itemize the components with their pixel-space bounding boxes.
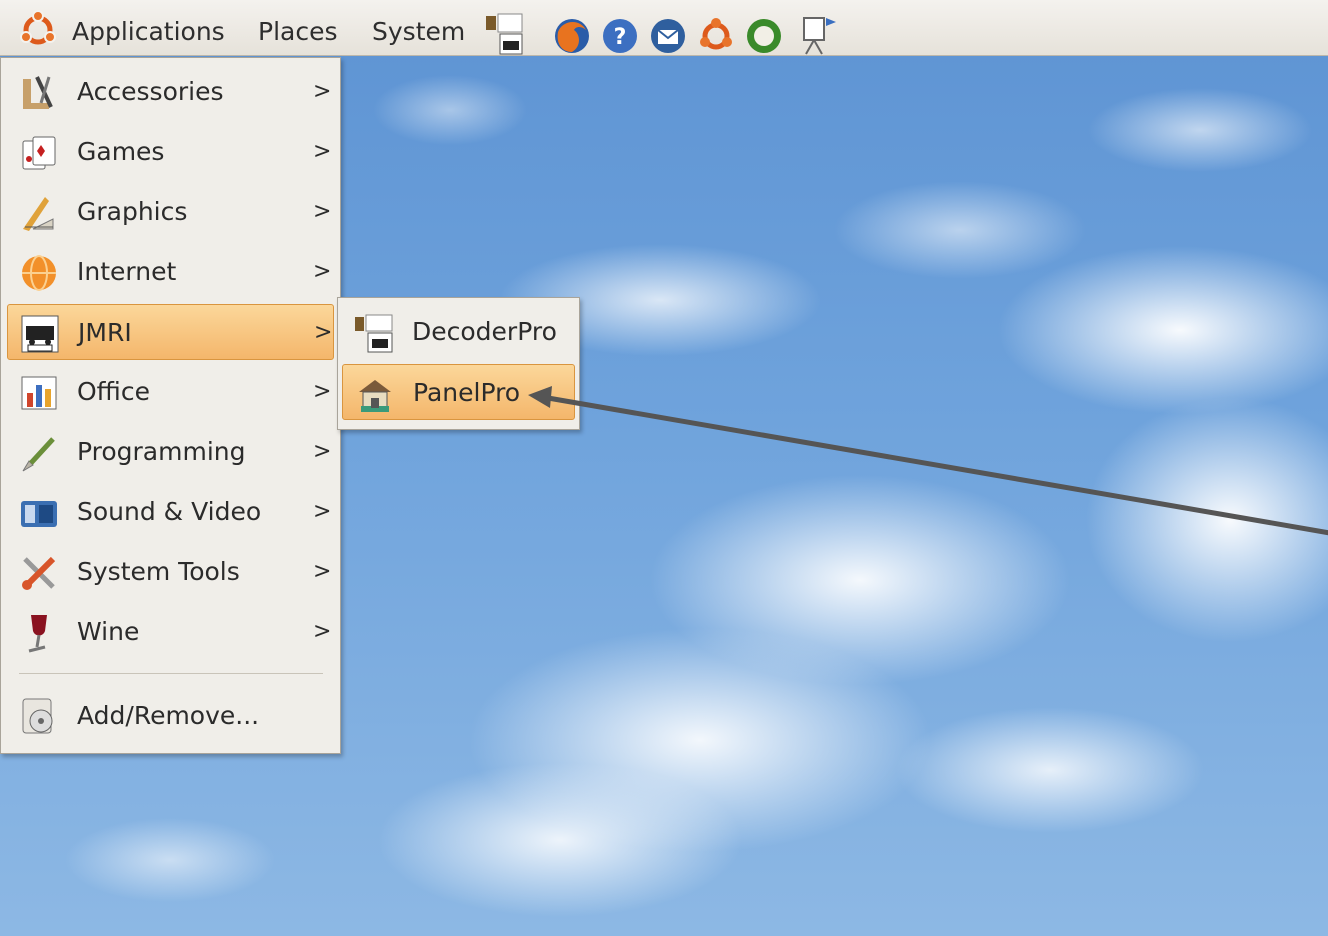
menu-item-label: Accessories xyxy=(77,77,224,106)
applications-menu-label: Applications xyxy=(72,17,225,46)
menu-item-label: Wine xyxy=(77,617,140,646)
menu-item-graphics[interactable]: Graphics > xyxy=(7,184,334,240)
menu-item-wine[interactable]: Wine > xyxy=(7,604,334,660)
menu-item-add-remove[interactable]: Add/Remove... xyxy=(7,688,334,744)
submenu-arrow-icon: > xyxy=(313,499,332,524)
panelpro-icon xyxy=(355,374,395,414)
ubuntu-launcher-icon[interactable] xyxy=(696,12,736,56)
system-menu-button[interactable]: System xyxy=(372,0,465,56)
submenu-arrow-icon: > xyxy=(314,320,333,345)
menu-item-label: PanelPro xyxy=(413,378,521,407)
menu-item-label: System Tools xyxy=(77,557,240,586)
add-remove-icon xyxy=(19,697,59,737)
submenu-arrow-icon: > xyxy=(313,199,332,224)
ubuntu-logo-icon xyxy=(18,10,58,50)
system-tools-icon xyxy=(19,553,59,593)
menu-item-label: Graphics xyxy=(77,197,188,226)
menu-item-label: Games xyxy=(77,137,165,166)
menu-item-label: Add/Remove... xyxy=(77,701,260,730)
places-menu-button[interactable]: Places xyxy=(258,0,338,56)
update-launcher-icon[interactable] xyxy=(744,12,784,56)
menu-item-system-tools[interactable]: System Tools > xyxy=(7,544,334,600)
decoderpro-icon xyxy=(354,313,394,353)
menu-item-accessories[interactable]: Accessories > xyxy=(7,64,334,120)
menu-item-programming[interactable]: Programming > xyxy=(7,424,334,480)
submenu-arrow-icon: > xyxy=(313,559,332,584)
applications-menu-button[interactable]: Applications xyxy=(12,0,225,56)
menu-item-games[interactable]: Games > xyxy=(7,124,334,180)
menu-item-label: DecoderPro xyxy=(412,317,557,346)
submenu-arrow-icon: > xyxy=(313,619,332,644)
presentation-launcher-icon[interactable] xyxy=(798,12,838,56)
accessories-icon xyxy=(19,73,59,113)
graphics-icon xyxy=(19,193,59,233)
menu-item-label: Internet xyxy=(77,257,177,286)
submenu-arrow-icon: > xyxy=(313,79,332,104)
submenu-arrow-icon: > xyxy=(313,259,332,284)
sound-video-icon xyxy=(19,493,59,533)
firefox-launcher-icon[interactable] xyxy=(552,12,592,56)
decoderpro-launcher-icon[interactable] xyxy=(484,12,524,56)
wine-icon xyxy=(19,613,59,653)
office-icon xyxy=(19,373,59,413)
menu-separator xyxy=(19,673,323,674)
menu-item-internet[interactable]: Internet > xyxy=(7,244,334,300)
places-menu-label: Places xyxy=(258,17,338,46)
menu-item-label: Office xyxy=(77,377,150,406)
menu-item-label: JMRI xyxy=(78,318,132,347)
jmri-submenu: DecoderPro PanelPro xyxy=(337,297,580,430)
jmri-icon xyxy=(20,314,60,354)
menu-item-label: Sound & Video xyxy=(77,497,262,526)
menu-item-jmri[interactable]: JMRI > xyxy=(7,304,334,360)
menu-item-office[interactable]: Office > xyxy=(7,364,334,420)
menu-item-panelpro[interactable]: PanelPro xyxy=(342,364,575,420)
programming-icon xyxy=(19,433,59,473)
submenu-arrow-icon: > xyxy=(313,439,332,464)
submenu-arrow-icon: > xyxy=(313,139,332,164)
thunderbird-launcher-icon[interactable] xyxy=(648,12,688,56)
system-menu-label: System xyxy=(372,17,466,46)
top-panel: Applications Places System ? xyxy=(0,0,1328,56)
applications-menu: Accessories > Games > Graphics > Interne… xyxy=(0,57,341,754)
menu-item-sound-video[interactable]: Sound & Video > xyxy=(7,484,334,540)
games-icon xyxy=(19,133,59,173)
svg-text:?: ? xyxy=(614,25,627,50)
menu-item-decoderpro[interactable]: DecoderPro xyxy=(342,304,575,360)
help-launcher-icon[interactable]: ? xyxy=(600,12,640,56)
submenu-arrow-icon: > xyxy=(313,379,332,404)
menu-item-label: Programming xyxy=(77,437,246,466)
internet-icon xyxy=(19,253,59,293)
